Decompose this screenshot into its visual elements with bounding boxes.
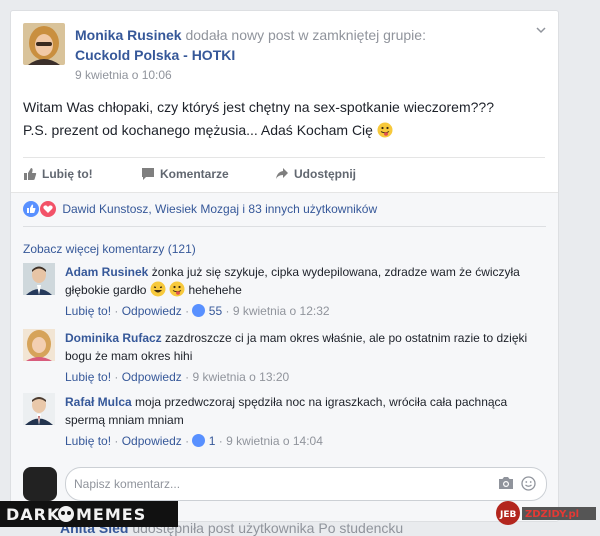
laughing-emoji-icon	[150, 281, 166, 297]
love-reaction-icon	[40, 201, 56, 217]
comment-input[interactable]: Napisz komentarz...	[65, 467, 547, 501]
thumbs-up-icon	[23, 161, 37, 193]
jebzdzidy-watermark: JEB ZDZIDY.pl	[492, 498, 600, 528]
divider	[23, 226, 546, 227]
comment-like-link[interactable]: Lubię to!	[65, 304, 111, 318]
emoji-smile-icon[interactable]	[521, 476, 536, 494]
comment-meta: Lubię to! · Odpowiedz · 55 · 9 kwietnia …	[65, 304, 330, 318]
post-timestamp[interactable]: 9 kwietnia o 10:06	[75, 68, 172, 82]
comment-like-link[interactable]: Lubię to!	[65, 434, 111, 448]
post-card: Monika Rusinek dodała nowy post w zamkni…	[10, 10, 559, 522]
comment-reply-link[interactable]: Odpowiedz	[122, 370, 182, 384]
avatar[interactable]	[23, 23, 65, 65]
svg-text:DARK: DARK	[6, 505, 60, 524]
chevron-down-icon[interactable]	[536, 25, 546, 35]
commenter-avatar[interactable]	[23, 329, 55, 361]
my-avatar	[23, 467, 57, 501]
reactions-summary[interactable]: Dawid Kunstosz, Wiesiek Mozgaj i 83 inny…	[23, 201, 377, 217]
comment-like-count[interactable]: 55	[209, 304, 222, 318]
view-more-comments-link[interactable]: Zobacz więcej komentarzy (121)	[23, 242, 196, 256]
comment-timestamp[interactable]: 9 kwietnia o 12:32	[233, 304, 330, 318]
post-action-text: dodała nowy post w zamkniętej grupie:	[185, 27, 426, 43]
comments-section: Dawid Kunstosz, Wiesiek Mozgaj i 83 inny…	[11, 192, 558, 521]
commenter-name[interactable]: Rafał Mulca	[65, 395, 132, 409]
comment-composer: Napisz komentarz...	[23, 467, 547, 501]
post-text-line1: Witam Was chłopaki, czy któryś jest chęt…	[23, 99, 494, 115]
comment-reply-link[interactable]: Odpowiedz	[122, 304, 182, 318]
commenter-avatar[interactable]	[23, 263, 55, 295]
share-arrow-icon	[275, 161, 289, 193]
post-actions-bar: Lubię to! Komentarze Udostępnij	[23, 157, 545, 192]
camera-icon[interactable]	[498, 476, 514, 493]
reactions-text: Dawid Kunstosz, Wiesiek Mozgaj i 83 inny…	[62, 202, 378, 216]
post-body: Witam Was chłopaki, czy któryś jest chęt…	[23, 96, 543, 142]
group-link[interactable]: Cuckold Polska - HOTKI	[75, 45, 235, 65]
share-button[interactable]: Udostępnij	[275, 158, 356, 190]
like-count-icon	[192, 304, 206, 317]
comment-reply-link[interactable]: Odpowiedz	[122, 434, 182, 448]
post-text-line2: P.S. prezent od kochanego mężusia... Ada…	[23, 122, 373, 138]
comment-meta: Lubię to! · Odpowiedz · 9 kwietnia o 13:…	[65, 370, 290, 384]
commenter-avatar[interactable]	[23, 393, 55, 425]
commenter-name[interactable]: Adam Rusinek	[65, 265, 148, 279]
darkmemes-watermark: DARK MEMES	[0, 501, 178, 527]
comment-text-tail: hehehehe	[188, 283, 242, 297]
comment-timestamp[interactable]: 9 kwietnia o 13:20	[192, 370, 289, 384]
svg-text:MEMES: MEMES	[76, 505, 146, 524]
comment-button[interactable]: Komentarze	[141, 158, 229, 190]
like-count-icon	[192, 434, 206, 447]
like-reaction-icon	[23, 201, 39, 217]
comment-input-placeholder: Napisz komentarz...	[74, 477, 181, 491]
like-button[interactable]: Lubię to!	[23, 158, 93, 190]
post-header: Monika Rusinek dodała nowy post w zamkni…	[23, 23, 528, 83]
svg-text:ZDZIDY.pl: ZDZIDY.pl	[525, 509, 579, 520]
comment-like-count[interactable]: 1	[209, 434, 216, 448]
tongue-emoji-icon	[377, 122, 393, 138]
svg-text:JEB: JEB	[499, 510, 516, 520]
commenter-name[interactable]: Dominika Rufacz	[65, 331, 162, 345]
comment-text: moja przedwczoraj spędziła noc na igrasz…	[65, 395, 508, 427]
tongue-emoji-icon	[169, 281, 185, 297]
author-name[interactable]: Monika Rusinek	[75, 27, 182, 43]
comment-like-link[interactable]: Lubię to!	[65, 370, 111, 384]
comment-meta: Lubię to! · Odpowiedz · 1 · 9 kwietnia o…	[65, 434, 323, 448]
comment-bubble-icon	[141, 161, 155, 193]
comment-timestamp[interactable]: 9 kwietnia o 14:04	[226, 434, 323, 448]
